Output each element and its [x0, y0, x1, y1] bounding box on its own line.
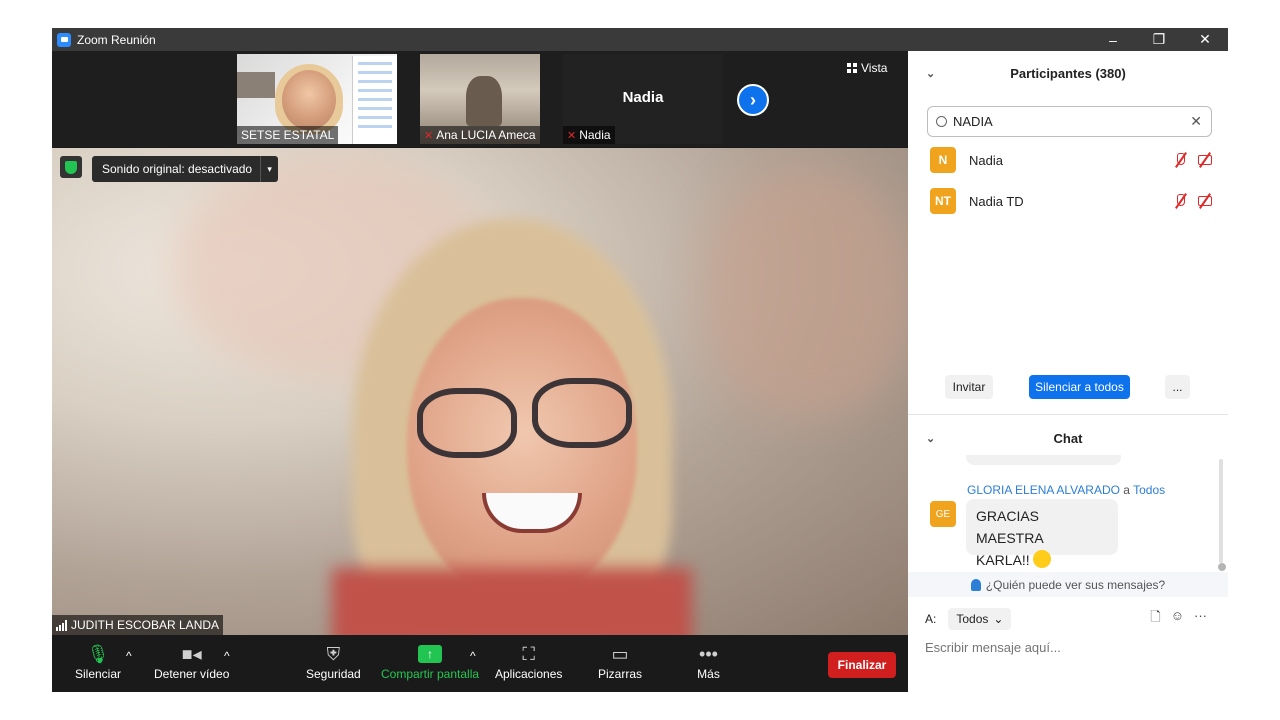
active-speaker-video: Sonido original: desactivado ▾ JUDITH ES…: [52, 148, 908, 635]
window-title: Zoom Reunión: [77, 32, 156, 47]
to-label: A:: [925, 612, 937, 626]
participant-search-input[interactable]: NADIA ✕: [927, 106, 1212, 137]
mic-muted-icon: [1174, 153, 1188, 167]
emoji-icon[interactable]: ☺: [1171, 608, 1184, 630]
shared-screen-mini: [237, 72, 275, 98]
minimize-button[interactable]: –: [1090, 28, 1136, 51]
sender-name[interactable]: GLORIA ELENA ALVARADO: [967, 483, 1120, 497]
message-sender: GLORIA ELENA ALVARADO a Todos: [967, 483, 1166, 497]
file-icon[interactable]: 🗋: [1150, 608, 1160, 630]
scroll-thumb[interactable]: [1218, 563, 1226, 571]
avatar: N: [930, 147, 956, 173]
side-panel: ⌄ Participantes (380) NADIA ✕ N Nadia NT…: [908, 51, 1228, 692]
audio-options-caret[interactable]: ^: [126, 649, 132, 663]
restore-button[interactable]: ❐: [1136, 28, 1182, 51]
mic-muted-icon: ✕: [567, 129, 577, 142]
mic-muted-icon: ✕: [424, 129, 434, 142]
invite-button[interactable]: Invitar: [945, 375, 993, 399]
participants-title: Participantes (380): [1010, 65, 1126, 81]
participant-row[interactable]: NT Nadia TD: [930, 187, 1220, 215]
video-options-caret[interactable]: ^: [224, 649, 230, 663]
microphone-icon: 🎙: [86, 643, 110, 664]
security-button[interactable]: ⛨ Seguridad: [306, 641, 361, 682]
close-window-button[interactable]: ✕: [1182, 28, 1228, 51]
avatar: GE: [930, 501, 956, 527]
next-page-button[interactable]: ›: [737, 84, 769, 116]
chat-scrollbar[interactable]: [1219, 459, 1223, 563]
view-label: Vista: [861, 61, 888, 75]
title-bar: Zoom Reunión – ❐ ✕: [52, 28, 1228, 51]
message-text: KARLA!!: [976, 552, 1030, 568]
share-screen-button[interactable]: ↑ Compartir pantalla: [381, 641, 479, 681]
thumbnail-name: Ana LUCIA Ameca: [436, 128, 536, 142]
shield-icon: ⛨: [326, 643, 341, 664]
chat-header: ⌄ Chat: [908, 421, 1228, 455]
video-off-icon: [1198, 153, 1212, 167]
who-can-see-messages-link[interactable]: ¿Quién puede ver sus mensajes?: [908, 572, 1228, 597]
whiteboards-button[interactable]: ▭ Pizarras: [598, 641, 642, 682]
message-text: GRACIAS MAESTRA: [976, 508, 1044, 546]
recipient-row: A: Todos ⌄ 🗋 ☺ ···: [925, 607, 1225, 631]
person-icon: [970, 578, 981, 591]
end-meeting-button[interactable]: Finalizar: [828, 652, 896, 678]
thumbnail-name: SETSE ESTATAL: [241, 128, 335, 142]
mic-muted-icon: [1174, 194, 1188, 208]
encryption-shield-icon[interactable]: [60, 156, 82, 178]
grid-icon: [847, 63, 857, 73]
participants-header: ⌄ Participantes (380): [908, 51, 1228, 95]
search-value: NADIA: [953, 114, 993, 129]
video-camera-icon: ■◂: [181, 643, 202, 664]
shared-document: [352, 56, 397, 144]
share-options-caret[interactable]: ^: [470, 649, 476, 663]
apps-icon: ⛶: [522, 643, 535, 664]
speaker-name: JUDITH ESCOBAR LANDA: [71, 618, 220, 632]
more-icon: •••: [699, 643, 718, 664]
recipient-name[interactable]: Todos: [1133, 483, 1165, 497]
divider: [908, 414, 1228, 415]
recipient-select[interactable]: Todos ⌄: [948, 608, 1012, 630]
apps-button[interactable]: ⛶ Aplicaciones: [495, 641, 562, 682]
more-icon[interactable]: ···: [1194, 608, 1207, 630]
message-bubble: GRACIAS MAESTRA KARLA!!: [966, 499, 1118, 568]
participant-thumbnail[interactable]: SETSE ESTATAL: [237, 54, 397, 144]
collapse-icon[interactable]: ⌄: [926, 67, 935, 80]
more-button[interactable]: ••• Más: [696, 641, 721, 682]
view-button[interactable]: Vista: [847, 61, 887, 75]
whiteboard-icon: ▭: [611, 643, 629, 664]
mute-all-button[interactable]: Silenciar a todos: [1029, 375, 1130, 399]
video-area: SETSE ESTATAL ✕ Ana LUCIA Ameca Nadia ✕ …: [52, 51, 908, 635]
clear-search-icon[interactable]: ✕: [1190, 113, 1202, 130]
mute-button[interactable]: 🎙 Silenciar: [75, 641, 121, 682]
participant-actions: Invitar Silenciar a todos ...: [908, 371, 1228, 401]
participant-name: Nadia: [969, 152, 1003, 168]
thumbnail-display-name: Nadia: [622, 89, 664, 106]
stop-video-button[interactable]: ■◂ Detener vídeo: [154, 641, 229, 682]
original-sound-label: Sonido original: desactivado: [102, 162, 253, 176]
original-sound-toggle[interactable]: Sonido original: desactivado ▾: [92, 156, 279, 182]
participant-thumbnail[interactable]: Nadia ✕ Nadia: [563, 54, 723, 144]
participant-row[interactable]: N Nadia: [930, 146, 1220, 174]
thumbnail-name: Nadia: [579, 128, 611, 142]
share-screen-icon: ↑: [418, 641, 443, 667]
zoom-logo-icon: [57, 32, 71, 47]
search-icon: [936, 116, 947, 127]
chevron-down-icon: ⌄: [993, 612, 1004, 626]
avatar: NT: [930, 188, 956, 214]
smiley-emoji-icon: [1032, 550, 1051, 568]
participant-name: Nadia TD: [969, 193, 1024, 209]
video-off-icon: [1198, 194, 1212, 208]
participant-thumbnail[interactable]: ✕ Ana LUCIA Ameca: [420, 54, 540, 144]
meeting-toolbar: 🎙 Silenciar ^ ■◂ Detener vídeo ^ ⛨ Segur…: [52, 635, 908, 692]
previous-message-bubble: [966, 455, 1121, 465]
speaker-name-tag: JUDITH ESCOBAR LANDA: [52, 615, 224, 635]
chat-message-input[interactable]: [925, 637, 1215, 657]
chevron-down-icon[interactable]: ▾: [260, 156, 278, 182]
signal-bars-icon: [56, 619, 67, 631]
participants-more-button[interactable]: ...: [1165, 375, 1190, 399]
zoom-window: Zoom Reunión – ❐ ✕ SETSE ESTATAL ✕ Ana L…: [52, 28, 1228, 692]
collapse-icon[interactable]: ⌄: [926, 432, 935, 445]
chat-title: Chat: [1053, 430, 1083, 446]
gallery-strip: SETSE ESTATAL ✕ Ana LUCIA Ameca Nadia ✕ …: [52, 51, 908, 147]
